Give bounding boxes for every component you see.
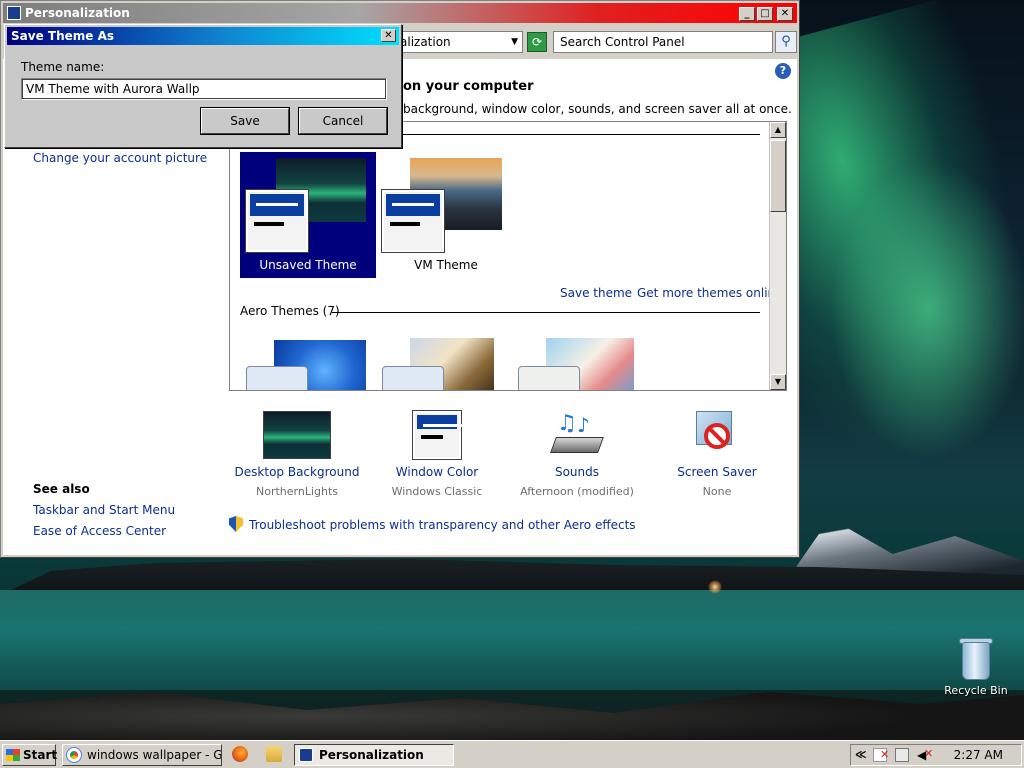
taskbar-item-personalization-label: Personalization xyxy=(319,748,424,762)
start-button[interactable]: Start xyxy=(2,744,58,766)
personalization-icon xyxy=(299,748,313,762)
shore-light xyxy=(708,580,722,594)
personalization-app-icon xyxy=(7,6,21,20)
dialog-title: Save Theme As xyxy=(11,29,114,43)
minimize-button[interactable]: _ xyxy=(739,7,755,21)
screen-saver-value: None xyxy=(702,485,732,498)
aero-themes-title: Aero Themes (7) xyxy=(240,304,340,318)
scroll-up-icon[interactable]: ▲ xyxy=(770,122,786,138)
screen-saver-option[interactable]: Screen Saver None xyxy=(647,411,787,498)
scrollbar-thumb[interactable] xyxy=(770,140,786,212)
taskbar: Start windows wallpaper - Goo... Persona… xyxy=(0,740,1024,768)
save-theme-dialog: Save Theme As ✕ Theme name: Save Cancel xyxy=(4,24,402,148)
breadcrumb-label: alization xyxy=(400,35,451,49)
recycle-bin-desktop-icon[interactable]: Recycle Bin xyxy=(940,636,1012,697)
window-color-value: Windows Classic xyxy=(391,485,483,498)
theme-name-vm: VM Theme xyxy=(414,258,478,272)
screen-saver-label[interactable]: Screen Saver xyxy=(647,465,787,479)
theme-name-label: Theme name: xyxy=(21,60,105,74)
aero-theme-windows[interactable] xyxy=(244,334,374,390)
help-icon[interactable]: ? xyxy=(775,63,791,79)
page-title: on your computer xyxy=(403,79,534,94)
chevron-down-icon[interactable]: ▼ xyxy=(511,32,518,52)
close-button[interactable]: ✕ xyxy=(777,7,793,21)
system-clock[interactable]: 2:27 AM xyxy=(954,745,1003,765)
get-more-themes-link[interactable]: Get more themes online xyxy=(637,286,783,300)
window-preview-icon xyxy=(245,189,309,253)
search-icon[interactable]: ⚲ xyxy=(775,31,797,53)
window-title: Personalization xyxy=(25,6,130,20)
windows-flag-icon xyxy=(6,749,20,761)
save-button[interactable]: Save xyxy=(201,108,289,134)
dialog-close-button[interactable]: ✕ xyxy=(381,29,396,42)
desktop-background-label[interactable]: Desktop Background xyxy=(227,465,367,479)
aurora-glow-secondary xyxy=(830,160,1024,460)
maximize-button[interactable]: □ xyxy=(757,7,773,21)
desktop-background-value: NorthernLights xyxy=(255,485,339,498)
sounds-value: Afternoon (modified) xyxy=(520,485,634,498)
search-input[interactable]: Search Control Panel xyxy=(553,31,773,53)
screen-saver-icon xyxy=(692,411,742,459)
start-label: Start xyxy=(23,748,58,762)
refresh-icon[interactable]: ⟳ xyxy=(527,32,547,52)
theme-name-input[interactable] xyxy=(21,78,387,100)
window-color-option[interactable]: Window Color Windows Classic xyxy=(367,410,507,498)
save-theme-link[interactable]: Save theme xyxy=(560,286,632,300)
system-tray: ≪ ✕ ◀ ✕ 2:27 AM xyxy=(850,744,1022,766)
taskbar-item-chrome[interactable]: windows wallpaper - Goo... xyxy=(62,744,222,766)
sounds-icon: ♫ ♪ xyxy=(550,411,604,459)
aero-theme-architecture[interactable] xyxy=(380,334,510,390)
chrome-icon xyxy=(66,747,82,763)
security-shield-icon xyxy=(229,516,243,532)
recycle-bin-icon xyxy=(958,636,994,680)
window-color-label[interactable]: Window Color xyxy=(367,465,507,479)
cancel-button[interactable]: Cancel xyxy=(299,108,387,134)
folder-icon[interactable] xyxy=(266,746,282,762)
window-titlebar[interactable]: Personalization _ □ ✕ xyxy=(3,3,797,23)
see-also-title: See also xyxy=(33,482,90,496)
theme-vm[interactable]: VM Theme xyxy=(380,152,512,278)
action-center-icon[interactable]: ✕ xyxy=(873,748,889,762)
ease-of-access-link[interactable]: Ease of Access Center xyxy=(33,524,166,538)
recycle-bin-label: Recycle Bin xyxy=(944,684,1008,697)
aero-theme-characters[interactable] xyxy=(516,334,646,390)
theme-list-scrollbar[interactable]: ▲ ▼ xyxy=(769,122,786,390)
taskbar-item-chrome-label: windows wallpaper - Goo... xyxy=(87,748,222,762)
window-color-icon xyxy=(412,410,465,460)
theme-name-unsaved: Unsaved Theme xyxy=(259,258,357,272)
network-icon[interactable] xyxy=(895,748,909,762)
theme-list: Unsaved Theme VM Theme Save theme Get mo… xyxy=(229,121,787,391)
troubleshoot-aero-link[interactable]: Troubleshoot problems with transparency … xyxy=(229,516,636,532)
window-preview-icon xyxy=(381,189,445,253)
sounds-label[interactable]: Sounds xyxy=(507,465,647,479)
firefox-icon[interactable] xyxy=(232,746,248,762)
sea xyxy=(0,590,1024,690)
sounds-option[interactable]: ♫ ♪ Sounds Afternoon (modified) xyxy=(507,411,647,498)
theme-unsaved[interactable]: Unsaved Theme xyxy=(240,152,376,278)
taskbar-start-menu-link[interactable]: Taskbar and Start Menu xyxy=(33,503,175,517)
page-description: background, window color, sounds, and sc… xyxy=(403,102,792,116)
troubleshoot-aero-label: Troubleshoot problems with transparency … xyxy=(249,518,636,532)
dialog-titlebar[interactable]: Save Theme As ✕ xyxy=(7,27,399,45)
volume-icon[interactable]: ◀ ✕ xyxy=(917,747,933,762)
desktop-background-option[interactable]: Desktop Background NorthernLights xyxy=(227,411,367,498)
taskbar-item-personalization[interactable]: Personalization xyxy=(294,744,454,766)
scroll-down-icon[interactable]: ▼ xyxy=(770,374,786,390)
show-hidden-icons[interactable]: ≪ xyxy=(855,748,869,762)
change-account-picture-link[interactable]: Change your account picture xyxy=(33,151,207,165)
desktop-background-icon xyxy=(263,411,331,459)
